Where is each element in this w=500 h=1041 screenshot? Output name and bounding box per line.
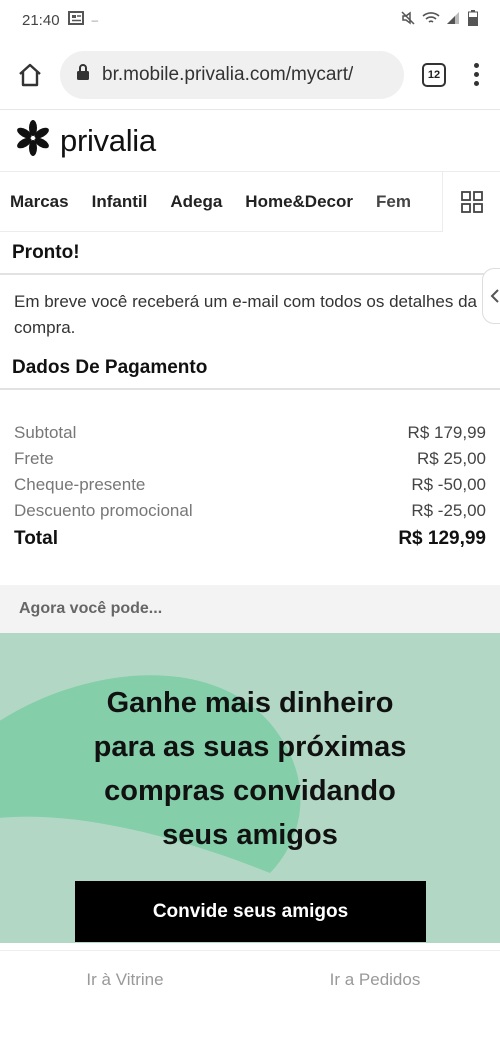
status-dash: –	[91, 13, 99, 27]
promo-line: compras convidando	[104, 775, 396, 807]
go-to-orders-link[interactable]: Ir a Pedidos	[250, 970, 500, 990]
grid-icon	[460, 191, 483, 213]
url-text: br.mobile.privalia.com/mycart/	[102, 63, 354, 85]
battery-icon	[468, 10, 478, 30]
payment-value: R$ -50,00	[411, 475, 486, 494]
home-icon	[19, 63, 41, 86]
mute-icon	[400, 10, 416, 30]
payment-row-frete: Frete R$ 25,00	[14, 446, 486, 472]
payment-value: R$ 25,00	[417, 449, 486, 468]
category-nav: Marcas Infantil Adega Home&Decor Fem	[0, 172, 500, 232]
browser-toolbar: br.mobile.privalia.com/mycart/ 12	[0, 40, 500, 110]
signal-icon	[446, 11, 462, 29]
payment-row-subtotal: Subtotal R$ 179,99	[14, 420, 486, 446]
payment-label: Cheque-presente	[14, 475, 146, 494]
total-value: R$ 129,99	[398, 528, 486, 549]
privalia-logo-icon[interactable]	[14, 119, 52, 162]
category-home-decor[interactable]: Home&Decor	[245, 192, 353, 212]
promo-headline: Ganhe mais dinheiro para as suas próxima…	[0, 681, 500, 857]
payment-value: R$ 179,99	[407, 423, 486, 442]
referral-promo-banner: Ganhe mais dinheiro para as suas próxima…	[0, 633, 500, 943]
next-steps-header: Agora você pode...	[0, 585, 500, 633]
confirmation-message: Em breve você receberá um e-mail com tod…	[14, 292, 478, 337]
chevron-left-icon	[490, 289, 499, 303]
footer-links: Ir à Vitrine Ir a Pedidos	[0, 950, 500, 1008]
payment-row-descuento: Descuento promocional R$ -25,00	[14, 498, 486, 524]
tab-switcher-button[interactable]: 12	[422, 62, 446, 87]
total-label: Total	[14, 528, 58, 549]
address-bar[interactable]: br.mobile.privalia.com/mycart/	[60, 50, 404, 99]
home-button[interactable]	[12, 57, 48, 93]
more-menu-button[interactable]	[464, 57, 488, 93]
payment-title: Dados De Pagamento	[0, 348, 500, 390]
category-marcas[interactable]: Marcas	[10, 192, 69, 212]
category-adega[interactable]: Adega	[170, 192, 222, 212]
promo-line: para as suas próximas	[93, 731, 407, 763]
payment-summary: Subtotal R$ 179,99 Frete R$ 25,00 Cheque…	[0, 390, 500, 554]
payment-label: Descuento promocional	[14, 501, 193, 520]
payment-label: Subtotal	[14, 423, 77, 442]
lock-icon	[76, 63, 90, 86]
side-panel-toggle[interactable]	[482, 268, 500, 324]
payment-value: R$ -25,00	[411, 501, 486, 520]
news-icon	[67, 11, 84, 29]
promo-line: Ganhe mais dinheiro	[106, 687, 394, 719]
site-header: privalia	[0, 110, 500, 172]
payment-row-total: Total R$ 129,99	[14, 524, 486, 554]
all-categories-button[interactable]	[442, 172, 500, 232]
status-bar: 21:40 –	[0, 0, 500, 40]
promo-line: seus amigos	[162, 819, 338, 851]
payment-label: Frete	[14, 449, 54, 468]
logo-text[interactable]: privalia	[60, 123, 156, 159]
category-feminino[interactable]: Fem	[376, 192, 411, 212]
status-time: 21:40	[22, 11, 60, 29]
invite-friends-button[interactable]: Convide seus amigos	[75, 881, 426, 942]
payment-row-cheque-presente: Cheque-presente R$ -50,00	[14, 472, 486, 498]
go-to-showcase-link[interactable]: Ir à Vitrine	[0, 970, 250, 990]
wifi-icon	[422, 11, 440, 29]
confirmation-title: Pronto!	[0, 232, 500, 275]
category-infantil[interactable]: Infantil	[92, 192, 148, 212]
